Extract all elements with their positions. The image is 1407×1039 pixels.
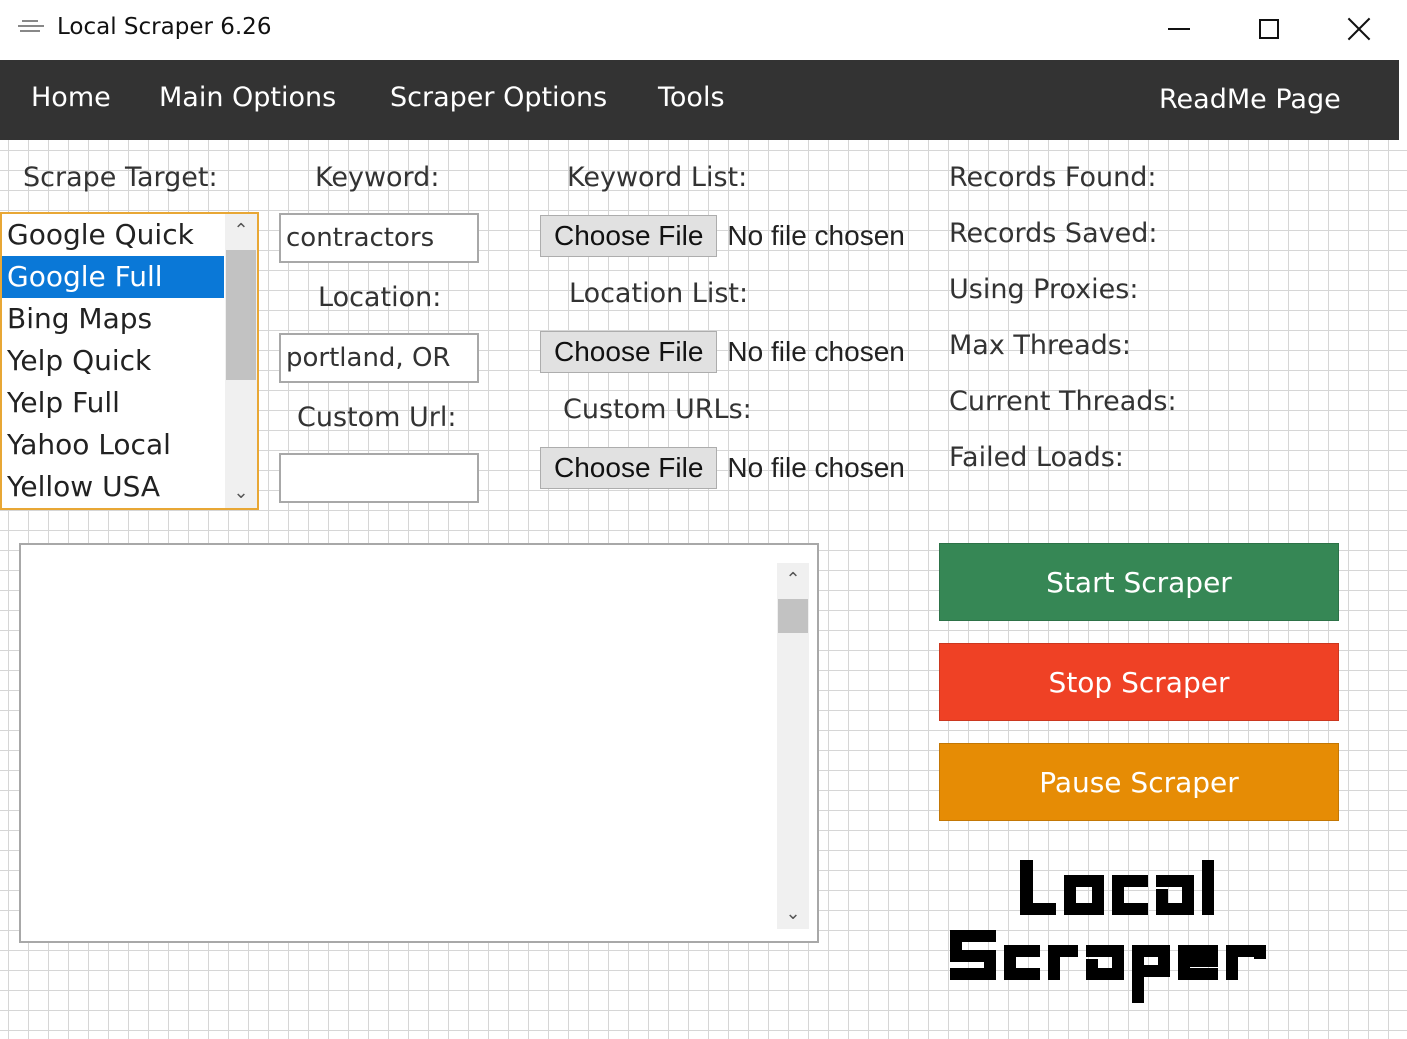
location-list-choose-file-button[interactable]: Choose File bbox=[540, 331, 718, 373]
list-option-bing-maps[interactable]: Bing Maps bbox=[2, 298, 224, 340]
log-scroll-up-icon[interactable]: ⌃ bbox=[777, 563, 809, 595]
scroll-up-icon[interactable]: ⌃ bbox=[225, 214, 257, 246]
list-option-google-full[interactable]: Google Full bbox=[2, 256, 224, 298]
title-bar: Local Scraper 6.26 bbox=[0, 0, 1407, 60]
records-saved-label: Records Saved: bbox=[949, 218, 1158, 249]
custom-urls-label: Custom URLs: bbox=[563, 394, 752, 425]
listbox-scroll-thumb[interactable] bbox=[226, 250, 256, 380]
app-icon bbox=[18, 20, 44, 36]
keyword-list-file-status: No file chosen bbox=[727, 220, 905, 251]
current-threads-label: Current Threads: bbox=[949, 386, 1177, 417]
local-scraper-logo bbox=[950, 860, 1266, 1003]
location-list-file-status: No file chosen bbox=[727, 336, 905, 367]
stop-scraper-button[interactable]: Stop Scraper bbox=[939, 643, 1339, 721]
scroll-down-icon[interactable]: ⌄ bbox=[225, 476, 257, 508]
scrape-target-label: Scrape Target: bbox=[23, 162, 218, 193]
minimize-button[interactable] bbox=[1134, 0, 1224, 58]
list-option-yelp-full[interactable]: Yelp Full bbox=[2, 382, 224, 424]
maximize-button[interactable] bbox=[1224, 0, 1314, 58]
list-option-yahoo-local[interactable]: Yahoo Local bbox=[2, 424, 224, 466]
log-scroll-thumb[interactable] bbox=[778, 599, 808, 633]
maximize-icon bbox=[1259, 19, 1279, 39]
nav-bar: Home Main Options Scraper Options Tools … bbox=[0, 60, 1399, 140]
failed-loads-label: Failed Loads: bbox=[949, 442, 1124, 473]
keyword-label: Keyword: bbox=[315, 162, 440, 193]
scrape-target-options: Google Quick Google Full Bing Maps Yelp … bbox=[2, 214, 224, 508]
using-proxies-label: Using Proxies: bbox=[949, 274, 1139, 305]
location-list-label: Location List: bbox=[569, 278, 749, 309]
close-icon bbox=[1347, 17, 1371, 41]
log-output-textarea[interactable]: ⌃ ⌄ bbox=[19, 543, 819, 943]
scrape-target-listbox[interactable]: Google Quick Google Full Bing Maps Yelp … bbox=[0, 212, 259, 510]
custom-urls-choose-file-button[interactable]: Choose File bbox=[540, 447, 718, 489]
list-option-google-quick[interactable]: Google Quick bbox=[2, 214, 224, 256]
keyword-list-label: Keyword List: bbox=[567, 162, 748, 193]
keyword-input[interactable] bbox=[279, 213, 479, 263]
custom-url-label: Custom Url: bbox=[297, 402, 457, 433]
list-option-yellow-usa[interactable]: Yellow USA bbox=[2, 466, 224, 508]
log-scroll-down-icon[interactable]: ⌄ bbox=[777, 897, 809, 929]
pause-scraper-button[interactable]: Pause Scraper bbox=[939, 743, 1339, 821]
custom-url-input[interactable] bbox=[279, 453, 479, 503]
location-list-file-chooser: Choose File No file chosen bbox=[540, 331, 905, 373]
keyword-list-file-chooser: Choose File No file chosen bbox=[540, 215, 905, 257]
log-scrollbar[interactable]: ⌃ ⌄ bbox=[777, 563, 809, 929]
max-threads-label: Max Threads: bbox=[949, 330, 1131, 361]
listbox-scrollbar[interactable]: ⌃ ⌄ bbox=[225, 214, 257, 508]
custom-urls-file-status: No file chosen bbox=[727, 452, 905, 483]
window-title: Local Scraper 6.26 bbox=[57, 14, 272, 40]
nav-home[interactable]: Home bbox=[31, 82, 111, 113]
nav-main-options[interactable]: Main Options bbox=[159, 82, 336, 113]
close-button[interactable] bbox=[1314, 0, 1404, 58]
location-input[interactable] bbox=[279, 333, 479, 383]
minimize-icon bbox=[1168, 28, 1190, 30]
keyword-list-choose-file-button[interactable]: Choose File bbox=[540, 215, 718, 257]
start-scraper-button[interactable]: Start Scraper bbox=[939, 543, 1339, 621]
nav-tools[interactable]: Tools bbox=[658, 82, 725, 113]
custom-urls-file-chooser: Choose File No file chosen bbox=[540, 447, 905, 489]
list-option-yelp-quick[interactable]: Yelp Quick bbox=[2, 340, 224, 382]
records-found-label: Records Found: bbox=[949, 162, 1157, 193]
nav-readme-page[interactable]: ReadMe Page bbox=[1159, 84, 1341, 115]
location-label: Location: bbox=[318, 282, 442, 313]
nav-scraper-options[interactable]: Scraper Options bbox=[390, 82, 607, 113]
